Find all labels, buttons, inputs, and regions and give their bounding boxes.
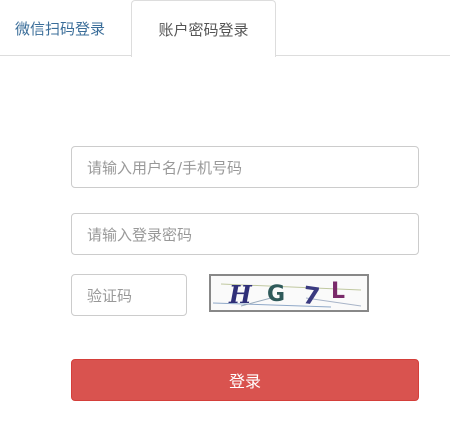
captcha-char-1: H <box>228 280 253 309</box>
captcha-code-input[interactable]: 验证码 <box>71 274 187 316</box>
captcha-code-placeholder: 验证码 <box>87 286 133 305</box>
tab-account-password[interactable]: 账户密码登录 <box>131 0 276 57</box>
login-button[interactable]: 登录 <box>71 359 419 401</box>
captcha-graphic: H G 7 L <box>212 279 362 311</box>
captcha-char-3: 7 <box>301 281 321 310</box>
username-input[interactable]: 请输入用户名/手机号码 <box>71 146 419 188</box>
tab-wechat-scan[interactable]: 微信扫码登录 <box>0 0 120 56</box>
login-tabs: 微信扫码登录 账户密码登录 <box>0 0 450 57</box>
username-placeholder: 请输入用户名/手机号码 <box>87 158 243 177</box>
captcha-char-4: L <box>331 279 345 304</box>
password-placeholder: 请输入登录密码 <box>87 225 193 244</box>
password-input[interactable]: 请输入登录密码 <box>71 213 419 255</box>
captcha-image[interactable]: H G 7 L <box>209 274 369 312</box>
captcha-char-2: G <box>267 282 285 307</box>
login-page: 微信扫码登录 账户密码登录 请输入用户名/手机号码 请输入登录密码 验证码 H … <box>0 0 450 433</box>
